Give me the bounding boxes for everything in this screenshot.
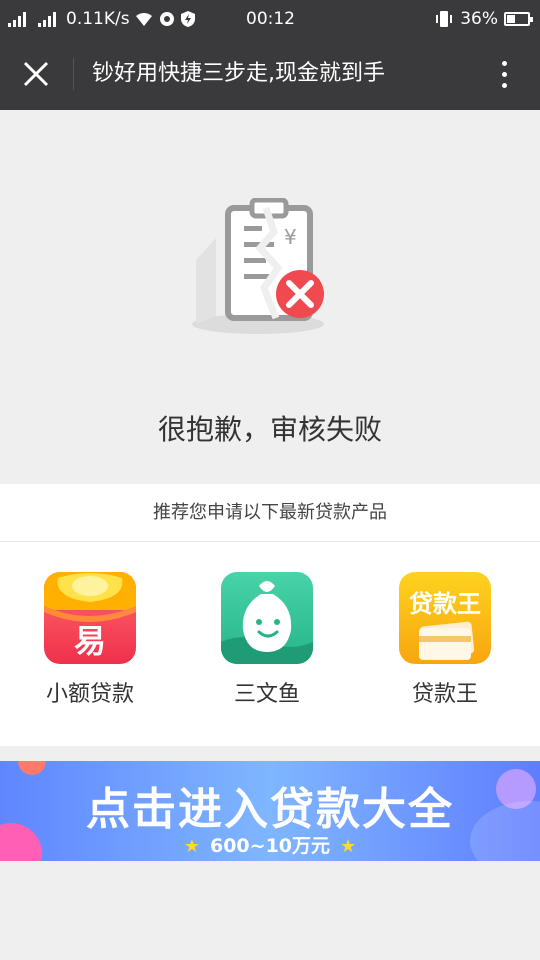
more-dot-icon xyxy=(501,60,507,66)
title-divider xyxy=(73,58,74,90)
more-button[interactable] xyxy=(486,56,522,92)
status-bar: 0.11K/s 00:12 36% xyxy=(0,0,540,38)
banner-subtitle-row: ★ 600~10万元 ★ xyxy=(0,831,540,858)
close-icon xyxy=(23,61,49,87)
card-graphic xyxy=(419,621,475,660)
product-item-small-loan[interactable]: 易 小额贷款 xyxy=(0,572,180,708)
recommend-heading: 推荐您申请以下最新贷款产品 xyxy=(0,484,540,542)
result-area: ¥ 很抱歉，审核失败 xyxy=(0,110,540,484)
smiling-bag-graphic xyxy=(221,581,313,664)
product-item-loan-king[interactable]: 贷款王 贷款王 xyxy=(355,572,535,708)
result-message: 很抱歉，审核失败 xyxy=(157,413,382,446)
page-title: 钞好用快捷三步走,现金就到手 xyxy=(92,61,385,86)
network-speed: 0.11K/s xyxy=(66,9,130,29)
banner-subtitle: 600~10万元 xyxy=(209,835,331,857)
gold-ingot-icon: 易 xyxy=(44,572,136,664)
star-icon: ★ xyxy=(183,836,200,857)
shield-icon xyxy=(180,11,195,27)
more-dot-icon xyxy=(501,71,507,77)
signal-icon xyxy=(8,11,26,27)
product-name: 三文鱼 xyxy=(233,682,300,707)
star-icon: ★ xyxy=(340,836,357,857)
loan-directory-banner[interactable]: 点击进入贷款大全 ★ 600~10万元 ★ xyxy=(0,761,540,861)
failed-document-icon: ¥ xyxy=(192,198,324,334)
smiling-bag-icon xyxy=(221,572,313,664)
clock: 00:12 xyxy=(246,9,295,29)
wifi-icon xyxy=(135,12,152,26)
battery-percent: 36% xyxy=(460,9,498,29)
recommend-card: 推荐您申请以下最新贷款产品 易 小额贷款 三文鱼 贷款王 贷款王 xyxy=(0,484,540,746)
product-item-salmon[interactable]: 三文鱼 xyxy=(177,572,357,708)
card-icon: 贷款王 xyxy=(399,572,491,664)
product-name: 小额贷款 xyxy=(45,682,134,707)
close-button[interactable] xyxy=(14,52,58,96)
more-dot-icon xyxy=(501,82,507,88)
product-icon-text: 易 xyxy=(73,622,106,660)
battery-icon xyxy=(504,12,533,26)
product-name: 贷款王 xyxy=(411,682,478,707)
sync-icon xyxy=(159,12,174,26)
svg-text:¥: ¥ xyxy=(284,225,297,249)
title-bar: 钞好用快捷三步走,现金就到手 xyxy=(0,38,540,110)
signal-icon-2 xyxy=(38,11,56,27)
vibrate-icon xyxy=(436,11,453,27)
banner-title: 点击进入贷款大全 xyxy=(86,784,454,835)
